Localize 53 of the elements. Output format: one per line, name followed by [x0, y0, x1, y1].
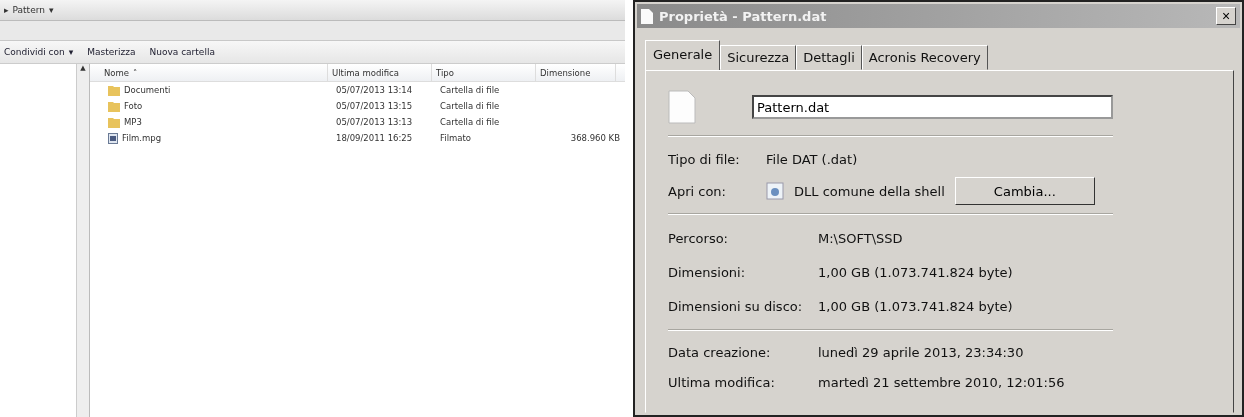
- file-name[interactable]: MP3: [108, 116, 336, 128]
- folder-icon: [108, 84, 120, 96]
- field-value: File DAT (.dat): [766, 151, 858, 167]
- field-label: Data creazione:: [668, 344, 772, 360]
- window-title: Proprietà - Pattern.dat: [659, 8, 827, 24]
- document-icon: [641, 8, 653, 24]
- video-file-icon: [108, 132, 118, 144]
- breadcrumb-arrow: ▸: [4, 5, 9, 15]
- file-name-field[interactable]: Pattern.dat: [752, 95, 1113, 119]
- field-label: Percorso:: [668, 230, 729, 246]
- tab[interactable]: Sicurezza: [720, 45, 797, 70]
- folder-icon: [108, 100, 120, 112]
- file-type: Cartella di file: [440, 101, 501, 111]
- field-value: DLL comune della shell: [794, 183, 945, 199]
- file-type: Cartella di file: [440, 85, 501, 95]
- column-header[interactable]: Dimensione: [536, 64, 616, 81]
- modified-date: 05/07/2013 13:13: [336, 117, 414, 127]
- caret-icon[interactable]: ▾: [48, 5, 54, 15]
- close-button[interactable]: ×: [1216, 7, 1236, 25]
- field-value: lunedì 29 aprile 2013, 23:34:30: [818, 344, 1024, 360]
- field-value: 1,00 GB (1.073.741.824 byte): [818, 264, 1013, 280]
- change-button[interactable]: Cambia...: [954, 177, 1095, 205]
- folder-icon: [108, 116, 120, 128]
- column-header[interactable]: Ultima modifica: [328, 64, 432, 81]
- field-label: Dimensioni:: [668, 264, 747, 280]
- file-name[interactable]: Documenti: [108, 84, 336, 96]
- file-name[interactable]: Foto: [108, 100, 336, 112]
- file-type: Cartella di file: [440, 117, 501, 127]
- column-header[interactable]: Nome ˄: [100, 64, 328, 81]
- field-label: Apri con:: [668, 183, 727, 199]
- toolbar-button[interactable]: Nuova cartella: [149, 47, 215, 57]
- field-value: martedì 21 settembre 2010, 12:01:56: [818, 374, 1065, 390]
- file-name[interactable]: Film.mpg: [108, 132, 336, 144]
- modified-date: 05/07/2013 13:15: [336, 101, 414, 111]
- file-size: 368.960 KB: [569, 133, 621, 143]
- address-bar[interactable]: ▸ Pattern ▾: [0, 0, 625, 21]
- modified-date: 05/07/2013 13:14: [336, 85, 414, 95]
- document-icon: [668, 90, 696, 124]
- tab[interactable]: Dettagli: [796, 45, 862, 70]
- field-label: Tipo di file:: [668, 151, 741, 167]
- field-label: Ultima modifica:: [668, 374, 776, 390]
- breadcrumb-location[interactable]: Pattern: [12, 5, 45, 15]
- toolbar-button[interactable]: Masterizza: [87, 47, 136, 57]
- modified-date: 18/09/2011 16:25: [336, 133, 414, 143]
- toolbar-button[interactable]: Condividi con ▾: [4, 47, 74, 57]
- field-value: 1,00 GB (1.073.741.824 byte): [818, 298, 1013, 314]
- application-icon: [766, 182, 784, 200]
- tab[interactable]: Generale: [645, 40, 721, 71]
- file-type: Filmato: [440, 133, 473, 143]
- field-label: Dimensioni su disco:: [668, 298, 804, 314]
- field-value: M:\SOFT\SSD: [818, 230, 903, 246]
- tab[interactable]: Acronis Recovery: [861, 45, 988, 70]
- column-header[interactable]: Tipo: [432, 64, 536, 81]
